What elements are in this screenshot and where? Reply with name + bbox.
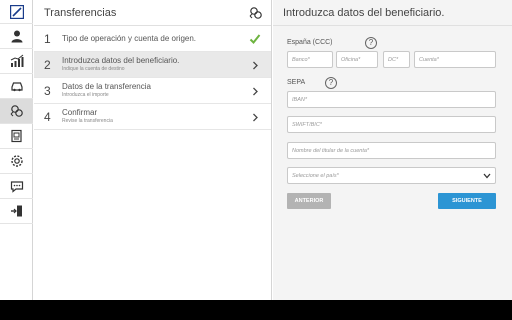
account-holder-input[interactable]: Nombre del titular de la cuenta* [287, 142, 496, 159]
side-nav-rail [0, 0, 33, 300]
logout-icon[interactable] [0, 199, 33, 224]
oficina-input[interactable]: Oficina* [336, 51, 378, 68]
beneficiary-form: Introduzca datos del beneficiario. Españ… [273, 0, 512, 300]
bank-logo-icon[interactable] [0, 0, 33, 24]
next-button[interactable]: SIGUIENTE [438, 193, 496, 209]
step-title: Introduzca datos del beneficiario. [62, 56, 180, 65]
car-icon[interactable] [0, 74, 33, 99]
sepa-section-label: SEPA [287, 79, 306, 86]
step-title: Confirmar [62, 108, 98, 117]
banco-input[interactable]: Banco* [287, 51, 333, 68]
step-text: Introduzca datos del beneficiario. Indiq… [62, 56, 271, 73]
transfer-steps-panel: Transferencias 1 Tipo de operación y cue… [34, 0, 272, 300]
step-1-row[interactable]: 1 Tipo de operación y cuenta de origen. [34, 26, 271, 52]
chat-icon[interactable] [0, 174, 33, 199]
chevron-right-icon [249, 111, 261, 123]
help-icon[interactable]: ? [365, 37, 377, 49]
help-icon[interactable]: ? [325, 77, 337, 89]
steps-header: Transferencias [34, 0, 271, 26]
page-title: Transferencias [44, 6, 117, 19]
form-title: Introduzca datos del beneficiario. [283, 6, 445, 19]
step-2-row[interactable]: 2 Introduzca datos del beneficiario. Ind… [34, 52, 271, 78]
swift-bic-input[interactable]: SWIFT/BIC* [287, 116, 496, 133]
system-bottom-bar [0, 300, 512, 320]
ccc-section-label: España (CCC) [287, 39, 333, 46]
app-window: Transferencias 1 Tipo de operación y cue… [0, 0, 512, 300]
check-icon [249, 33, 261, 45]
step-text: Tipo de operación y cuenta de origen. [62, 34, 271, 44]
document-icon[interactable] [0, 124, 33, 149]
step-3-row[interactable]: 3 Datos de la transferencia Introduzca e… [34, 78, 271, 104]
chevron-down-icon [483, 173, 491, 179]
iban-input[interactable]: IBAN* [287, 91, 496, 108]
transfer-icon [249, 6, 262, 19]
form-header: Introduzca datos del beneficiario. [273, 0, 512, 26]
step-text: Confirmar Revise la transferencia [62, 108, 271, 125]
step-number: 2 [44, 57, 51, 72]
cuenta-input[interactable]: Cuenta* [414, 51, 496, 68]
chevron-right-icon [249, 85, 261, 97]
step-number: 3 [44, 83, 51, 98]
dc-input[interactable]: DC* [383, 51, 410, 68]
step-subtitle: Indique la cuenta de destino [62, 66, 125, 72]
country-select-label: Seleccione el país* [292, 172, 339, 179]
step-text: Datos de la transferencia Introduzca el … [62, 82, 271, 99]
step-title: Tipo de operación y cuenta de origen. [62, 33, 197, 43]
chart-icon[interactable] [0, 49, 33, 74]
step-title: Datos de la transferencia [62, 82, 151, 91]
step-subtitle: Revise la transferencia [62, 118, 113, 124]
previous-button[interactable]: ANTERIOR [287, 193, 331, 209]
settings-icon[interactable] [0, 149, 33, 174]
user-icon[interactable] [0, 24, 33, 49]
country-select[interactable]: Seleccione el país* [287, 167, 496, 184]
chevron-right-icon [249, 59, 261, 71]
step-number: 4 [44, 109, 51, 124]
step-4-row[interactable]: 4 Confirmar Revise la transferencia [34, 104, 271, 130]
transfer-icon[interactable] [0, 99, 33, 124]
step-subtitle: Introduzca el importe [62, 92, 109, 98]
step-number: 1 [44, 31, 51, 46]
